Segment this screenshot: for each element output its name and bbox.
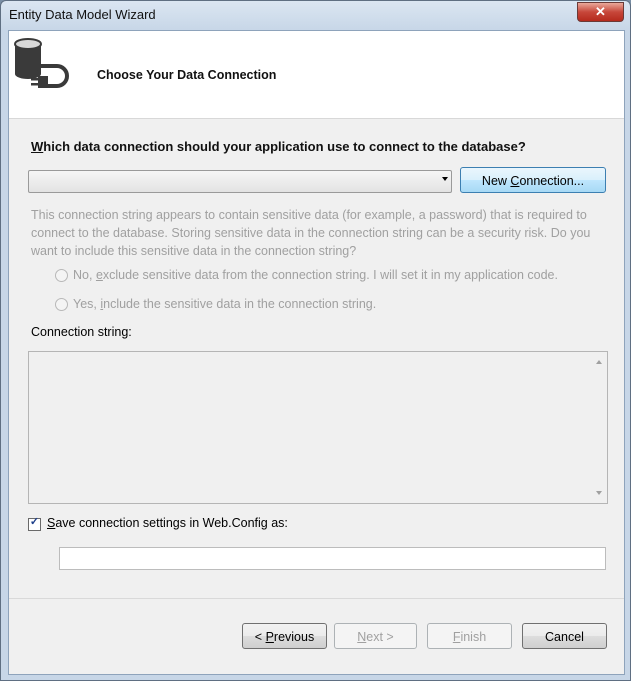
finish-button[interactable]: Finish <box>427 623 512 649</box>
question-accel: W <box>31 139 44 154</box>
wizard-header: Choose Your Data Connection <box>9 31 624 119</box>
radio-exclude-suffix: xclude sensitive data from the connectio… <box>102 268 558 282</box>
sensitive-data-description: This connection string appears to contai… <box>31 208 591 258</box>
close-button[interactable]: ✕ <box>577 2 624 22</box>
previous-button[interactable]: < Previous <box>242 623 327 649</box>
radio-include-suffix: nclude the sensitive data in the connect… <box>103 297 377 311</box>
previous-accel: P <box>265 630 274 644</box>
radio-exclude-label: No, exclude sensitive data from the conn… <box>73 268 558 282</box>
new-connection-suffix: onnection... <box>519 174 585 188</box>
wizard-body: Choose Your Data Connection Which data c… <box>8 30 625 675</box>
radio-exclude-prefix: No, <box>73 268 96 282</box>
radio-exclude-accel: e <box>95 268 103 282</box>
checkmark-icon: ✓ <box>29 516 40 528</box>
window-title: Entity Data Model Wizard <box>9 7 156 22</box>
footer-divider <box>9 598 624 599</box>
chevron-down-icon <box>442 177 448 181</box>
connection-string-textarea[interactable] <box>28 351 608 504</box>
next-accel: N <box>357 630 367 644</box>
save-settings-text: ave connection settings in Web.Config as… <box>55 516 288 530</box>
connection-string-label: Connection string: <box>31 325 132 339</box>
radio-include-label: Yes, include the sensitive data in the c… <box>73 297 376 311</box>
scroll-down-icon[interactable] <box>596 491 602 495</box>
wizard-window: Entity Data Model Wizard ✕ Choose Your D… <box>0 0 631 681</box>
save-settings-label[interactable]: Save connection settings in Web.Config a… <box>47 516 288 530</box>
page-title: Choose Your Data Connection <box>97 68 277 82</box>
database-plug-icon <box>14 38 69 88</box>
radio-include-prefix: Yes, <box>73 297 101 311</box>
next-suffix: ext > <box>366 630 394 644</box>
scroll-up-icon[interactable] <box>596 360 602 364</box>
previous-prefix: < <box>254 630 266 644</box>
next-button[interactable]: Next > <box>334 623 417 649</box>
title-bar: Entity Data Model Wizard ✕ <box>1 1 630 29</box>
new-connection-prefix: New <box>481 174 511 188</box>
radio-button[interactable] <box>55 269 68 282</box>
close-icon: ✕ <box>595 4 606 19</box>
question-text: hich data connection should your applica… <box>43 139 526 154</box>
connection-dropdown[interactable] <box>28 170 452 193</box>
finish-suffix: inish <box>460 630 487 644</box>
radio-button[interactable] <box>55 298 68 311</box>
save-settings-checkbox[interactable]: ✓ <box>28 516 41 531</box>
cancel-button[interactable]: Cancel <box>522 623 607 649</box>
previous-suffix: revious <box>273 630 315 644</box>
new-connection-button[interactable]: New Connection... <box>460 167 606 193</box>
connection-question: Which data connection should your applic… <box>31 139 526 154</box>
web-config-name-input[interactable] <box>59 547 606 570</box>
